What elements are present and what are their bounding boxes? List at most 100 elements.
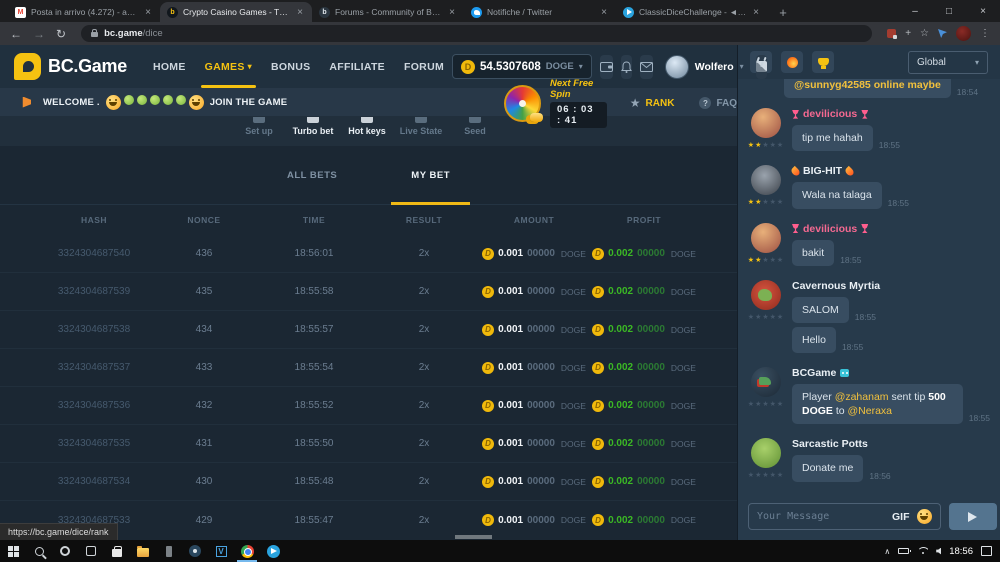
minimize-button[interactable]: – <box>898 0 932 22</box>
tab-bcgame-active[interactable]: b Crypto Casino Games - The 8 Be × <box>160 2 312 22</box>
contest-button[interactable] <box>812 51 834 73</box>
wifi-icon[interactable] <box>917 547 928 555</box>
avatar[interactable] <box>751 108 781 138</box>
free-spin-widget[interactable]: Next Free Spin 06 : 03 : 41 ★ RANK ? FAQ <box>504 78 737 128</box>
browser-toolbar: ← → ↻ bc.game/dice + ☆ ⋮ <box>0 22 1000 45</box>
seed-button[interactable]: Seed <box>448 116 502 146</box>
notifications-button[interactable] <box>621 55 632 79</box>
tab-twitter[interactable]: Notifiche / Twitter × <box>464 2 616 22</box>
extension-blue-icon[interactable] <box>938 29 947 38</box>
wallet-button[interactable] <box>600 55 613 79</box>
task-view-button[interactable] <box>78 540 104 562</box>
plus-circle-icon[interactable]: + <box>905 28 911 39</box>
tab-my-bet[interactable]: MY BET <box>411 146 450 205</box>
bcgame-logo[interactable]: BC.Game <box>14 53 127 80</box>
mention[interactable]: @Neraxa <box>848 405 893 417</box>
kebab-menu-icon[interactable]: ⋮ <box>980 28 990 39</box>
tab-close-icon[interactable]: × <box>751 7 761 18</box>
reload-button[interactable]: ↻ <box>56 28 66 40</box>
live-state-button[interactable]: Live State <box>394 116 448 146</box>
table-row[interactable]: 332430468753743318:55:542x D0.00100000DO… <box>0 349 737 387</box>
nav-home[interactable]: HOME <box>153 45 186 88</box>
table-row[interactable]: 332430468753443018:55:482x D0.00100000DO… <box>0 463 737 501</box>
messages-button[interactable] <box>640 55 653 79</box>
horizontal-scrollbar-thumb[interactable] <box>455 535 492 539</box>
turbo-bet-button[interactable]: Turbo bet <box>286 116 340 146</box>
extension-icon[interactable] <box>887 29 896 38</box>
chat-username[interactable]: Sarcastic Potts <box>792 438 990 450</box>
tab-gmail[interactable]: M Posta in arrivo (4.272) - andreaja × <box>8 2 160 22</box>
battery-icon[interactable] <box>898 548 909 554</box>
chat-username[interactable]: devilicious <box>792 108 990 120</box>
chat-input-field[interactable]: GIF <box>748 503 941 530</box>
chat-username[interactable]: Cavernous Myrtia <box>792 280 990 292</box>
chrome-taskbar-button[interactable] <box>234 540 260 562</box>
table-row[interactable]: 332430468753543118:55:502x D0.00100000DO… <box>0 425 737 463</box>
chat-bubble: tip me hahah <box>792 125 873 151</box>
taskbar-clock[interactable]: 18:56 <box>949 546 973 557</box>
telegram-taskbar-button[interactable] <box>260 540 286 562</box>
close-button[interactable]: × <box>966 0 1000 22</box>
avatar[interactable] <box>751 280 781 310</box>
chat-channel-select[interactable]: Global ▾ <box>908 51 988 74</box>
user-menu[interactable]: Wolfero ▾ <box>665 55 744 79</box>
speaker-icon[interactable] <box>936 548 941 555</box>
hot-keys-button[interactable]: Hot keys <box>340 116 394 146</box>
avatar[interactable] <box>751 165 781 195</box>
tab-forums[interactable]: b Forums - Community of BC.Gam × <box>312 2 464 22</box>
avatar[interactable] <box>751 438 781 468</box>
table-row[interactable]: 332430468753643218:55:522x D0.00100000DO… <box>0 387 737 425</box>
forward-button[interactable]: → <box>33 28 45 40</box>
main-nav: HOME GAMES▾ BONUS AFFILIATE FORUM <box>153 45 444 88</box>
table-row[interactable]: 332430468754043618:56:012x D0.00100000DO… <box>0 235 737 273</box>
v-app-button[interactable]: V <box>208 540 234 562</box>
chat-messages[interactable]: @sunnyg42585 online maybe 18:54 ★★★★★ de… <box>738 79 1000 495</box>
faq-button[interactable]: ? FAQ <box>699 97 737 109</box>
emoji-picker-icon[interactable] <box>917 509 932 524</box>
chat-username[interactable]: devilicious <box>792 223 990 235</box>
back-button[interactable]: ← <box>10 28 22 40</box>
fireball-button[interactable] <box>781 51 803 73</box>
setup-button[interactable]: Set up <box>232 116 286 146</box>
tab-close-icon[interactable]: × <box>447 7 457 18</box>
nav-affiliate[interactable]: AFFILIATE <box>329 45 385 88</box>
gif-button[interactable]: GIF <box>892 511 910 523</box>
tray-chevron-icon[interactable]: ∧ <box>884 547 890 556</box>
tab-all-bets[interactable]: ALL BETS <box>287 146 337 205</box>
nav-bonus[interactable]: BONUS <box>271 45 310 88</box>
maximize-button[interactable]: □ <box>932 0 966 22</box>
setup-icon <box>253 117 265 123</box>
chat-message: ★★★★★ BCGame Player @zahanam sent tip 50… <box>748 367 990 428</box>
cortana-button[interactable] <box>52 540 78 562</box>
chat-username[interactable]: BIG-HIT <box>792 165 990 177</box>
action-center-icon[interactable] <box>981 546 992 556</box>
file-explorer-button[interactable] <box>130 540 156 562</box>
browser-profile-avatar[interactable] <box>956 26 971 41</box>
tab-close-icon[interactable]: × <box>599 7 609 18</box>
taskbar-search-button[interactable] <box>26 540 52 562</box>
store-button[interactable] <box>104 540 130 562</box>
tab-close-icon[interactable]: × <box>143 7 153 18</box>
tab-close-icon[interactable]: × <box>295 7 305 18</box>
address-bar[interactable]: bc.game/dice <box>81 25 872 42</box>
phone-icon <box>166 546 172 557</box>
start-button[interactable] <box>0 540 26 562</box>
avatar[interactable] <box>751 367 781 397</box>
balance-selector[interactable]: D 54.5307608 DOGE ▾ <box>452 54 592 79</box>
send-button[interactable] <box>949 503 997 530</box>
tab-telegram[interactable]: ClassicDiceChallenge - ◄ Annou × <box>616 2 768 22</box>
spin-wheel-icon[interactable] <box>504 85 541 122</box>
nav-games[interactable]: GAMES▾ <box>205 45 252 88</box>
nav-forum[interactable]: FORUM <box>404 45 444 88</box>
table-row[interactable]: 332430468753843418:55:572x D0.00100000DO… <box>0 311 737 349</box>
rank-button[interactable]: ★ RANK <box>630 96 675 110</box>
table-row[interactable]: 332430468753943518:55:582x D0.00100000DO… <box>0 273 737 311</box>
new-tab-button[interactable]: + <box>774 3 792 21</box>
steam-button[interactable] <box>182 540 208 562</box>
your-phone-button[interactable] <box>156 540 182 562</box>
avatar[interactable] <box>751 223 781 253</box>
chat-username[interactable]: BCGame <box>792 367 990 379</box>
chat-message-input[interactable] <box>757 511 885 522</box>
bookmark-star-icon[interactable]: ☆ <box>920 28 929 39</box>
mention[interactable]: @zahanam <box>835 391 889 403</box>
